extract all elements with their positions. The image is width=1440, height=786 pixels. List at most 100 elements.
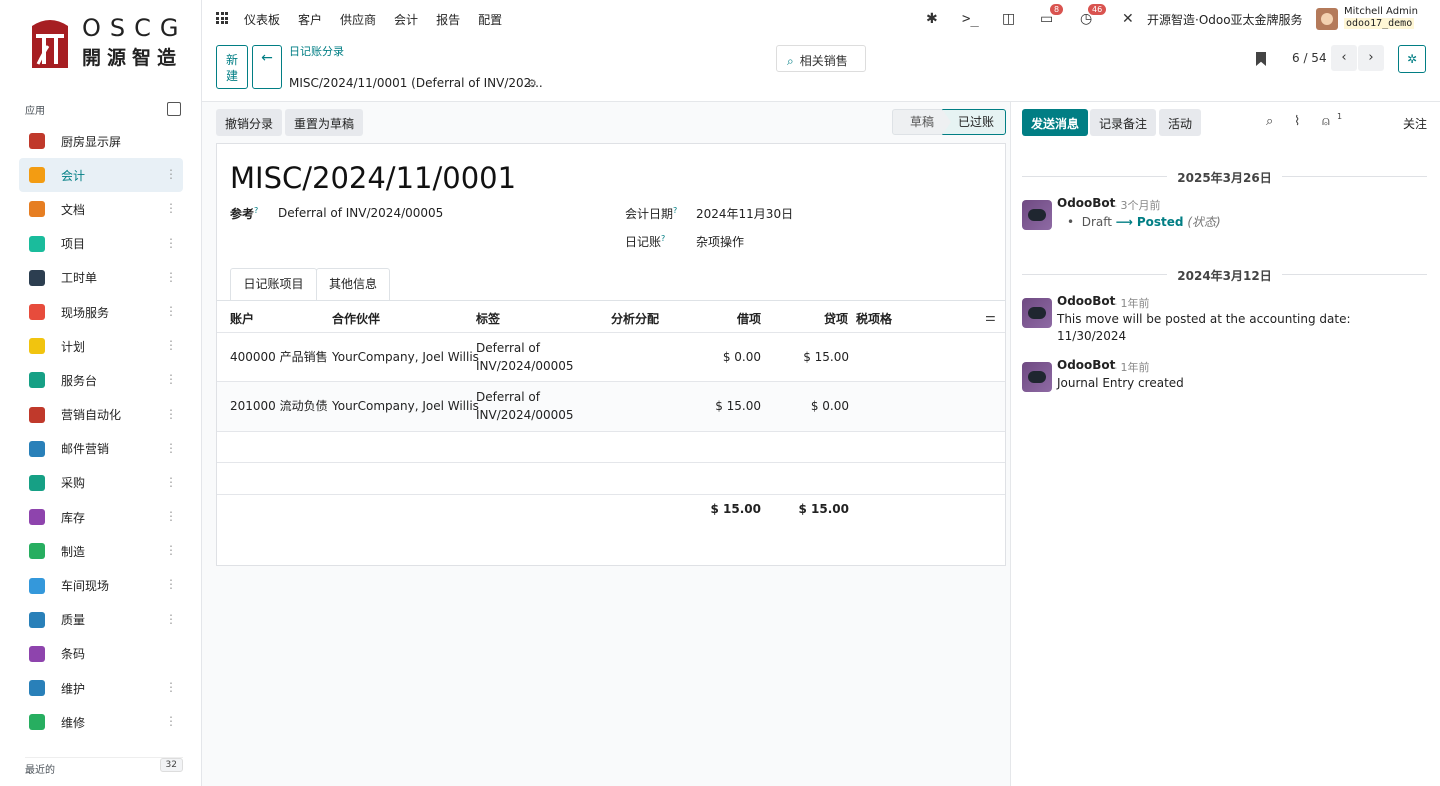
line-partner[interactable]: YourCompany, Joel Willis [332, 349, 479, 366]
kebab-menu-icon[interactable]: ⋮ [165, 715, 177, 727]
message-author[interactable]: OdooBot [1057, 196, 1115, 210]
help-icon[interactable]: ? [254, 206, 258, 215]
col-debit[interactable]: 借项 [737, 310, 761, 327]
tab-other-info[interactable]: 其他信息 [316, 268, 390, 300]
help-icon[interactable]: ? [673, 206, 677, 215]
line-label[interactable]: INV/2024/00005 [476, 358, 574, 375]
kebab-menu-icon[interactable]: ⋮ [165, 613, 177, 625]
recent-section[interactable]: 最近的 32 [25, 757, 183, 776]
line-account[interactable]: 400000 产品销售 [230, 349, 328, 366]
kebab-menu-icon[interactable]: ⋮ [165, 476, 177, 488]
odoobot-avatar[interactable] [1022, 200, 1052, 230]
tools-icon[interactable]: ✕ [1122, 11, 1134, 27]
sidebar-app-item[interactable]: 库存 ⋮ [19, 500, 183, 534]
col-tax-grid[interactable]: 税项格 [856, 310, 892, 327]
sidebar-app-item[interactable]: 维修 ⋮ [19, 705, 183, 739]
col-partner[interactable]: 合作伙伴 [332, 310, 380, 327]
col-credit[interactable]: 贷项 [824, 310, 848, 327]
sidebar-app-item[interactable]: 制造 ⋮ [19, 534, 183, 568]
top-menu-item[interactable]: 供应商 [340, 11, 376, 28]
send-message-button[interactable]: 发送消息 [1022, 109, 1089, 136]
kebab-menu-icon[interactable]: ⋮ [165, 408, 177, 420]
line-account[interactable]: 201000 流动负债 [230, 398, 328, 415]
help-icon[interactable]: ? [661, 234, 665, 243]
sidebar-app-item[interactable]: 会计 ⋮ [19, 158, 183, 193]
follow-button[interactable]: 关注 [1403, 115, 1427, 132]
tab-journal-items[interactable]: 日记账项目 [230, 268, 317, 300]
kebab-menu-icon[interactable]: ⋮ [165, 168, 177, 180]
top-menu-item[interactable]: 配置 [478, 11, 502, 28]
company-switcher[interactable]: 开源智造·Odoo亚太金牌服务 [1147, 11, 1303, 28]
pager-next-button[interactable]: › [1358, 45, 1384, 71]
related-sales-button[interactable]: ⌕ 相关销售 [776, 45, 866, 72]
app-menu-grid-icon[interactable] [216, 12, 228, 24]
sidebar-app-item[interactable]: 条码 [19, 637, 183, 671]
debug-tools-button[interactable]: ✲ [1398, 45, 1426, 73]
sidebar-app-item[interactable]: 服务台 ⋮ [19, 363, 183, 397]
status-posted[interactable]: 已过账 [942, 109, 1006, 135]
kebab-menu-icon[interactable]: ⋮ [165, 237, 177, 249]
message-author[interactable]: OdooBot [1057, 294, 1115, 308]
reverse-entry-button[interactable]: 撤销分录 [216, 109, 283, 136]
status-draft[interactable]: 草稿 [892, 109, 952, 135]
accounting-date-value[interactable]: 2024年11月30日 [696, 205, 793, 222]
top-menu-item[interactable]: 客户 [298, 11, 322, 28]
kebab-menu-icon[interactable]: ⋮ [165, 681, 177, 693]
line-credit[interactable]: $ 0.00 [779, 398, 849, 415]
col-account[interactable]: 账户 [230, 310, 254, 327]
pager-previous-button[interactable]: ‹ [1331, 45, 1357, 71]
top-menu-item[interactable]: 报告 [436, 11, 460, 28]
activity-button[interactable]: 活动 [1159, 109, 1202, 136]
reset-to-draft-button[interactable]: 重置为草稿 [285, 109, 364, 136]
journal-value[interactable]: 杂项操作 [696, 233, 744, 250]
sidebar-app-item[interactable]: 采购 ⋮ [19, 466, 183, 500]
sidebar-app-item[interactable]: 工时单 ⋮ [19, 261, 183, 295]
log-note-button[interactable]: 记录备注 [1090, 109, 1157, 136]
top-menu-item[interactable]: 仪表板 [244, 11, 280, 28]
kebab-menu-icon[interactable]: ⋮ [165, 442, 177, 454]
oscg-logo[interactable]: OSCG 開源智造 [26, 10, 186, 74]
odoobot-avatar[interactable] [1022, 298, 1052, 328]
kebab-menu-icon[interactable]: ⋮ [165, 271, 177, 283]
paperclip-icon[interactable]: ⌇ [1294, 114, 1300, 129]
bookmark-icon[interactable] [1256, 52, 1266, 66]
app-search-icon[interactable] [167, 102, 181, 116]
sidebar-app-item[interactable]: 现场服务 ⋮ [19, 295, 183, 329]
reference-value[interactable]: Deferral of INV/2024/00005 [278, 206, 443, 220]
kebab-menu-icon[interactable]: ⋮ [165, 339, 177, 351]
sidebar-app-item[interactable]: 车间现场 ⋮ [19, 568, 183, 602]
odoobot-avatar[interactable] [1022, 362, 1052, 392]
pager-value[interactable]: 6 / 54 [1292, 51, 1327, 65]
back-button[interactable]: ← [252, 45, 282, 89]
kebab-menu-icon[interactable]: ⋮ [165, 373, 177, 385]
line-label[interactable]: INV/2024/00005 [476, 407, 574, 424]
kebab-menu-icon[interactable]: ⋮ [165, 510, 177, 522]
sidebar-app-item[interactable]: 质量 ⋮ [19, 603, 183, 637]
line-label[interactable]: Deferral of [476, 389, 540, 406]
optional-columns-sliders-icon[interactable]: ⚌ [985, 310, 996, 324]
sidebar-app-item[interactable]: 计划 ⋮ [19, 329, 183, 363]
message-author[interactable]: OdooBot [1057, 358, 1115, 372]
followers-user-icon[interactable]: ⍝ [1322, 114, 1330, 129]
line-debit[interactable]: $ 15.00 [691, 398, 761, 415]
kebab-menu-icon[interactable]: ⋮ [165, 202, 177, 214]
line-debit[interactable]: $ 0.00 [691, 349, 761, 366]
line-partner[interactable]: YourCompany, Joel Willis [332, 398, 479, 415]
split-view-icon[interactable]: ◫ [1002, 11, 1015, 27]
record-actions-gear-icon[interactable]: ⚙ [527, 77, 537, 90]
kebab-menu-icon[interactable]: ⋮ [165, 305, 177, 317]
breadcrumb-journal-entries[interactable]: 日记账分录 [289, 43, 344, 59]
line-credit[interactable]: $ 15.00 [779, 349, 849, 366]
kebab-menu-icon[interactable]: ⋮ [165, 544, 177, 556]
col-analytic[interactable]: 分析分配 [611, 310, 659, 327]
sidebar-app-item[interactable]: 邮件营销 ⋮ [19, 432, 183, 466]
sidebar-app-item[interactable]: 厨房显示屏 [19, 124, 183, 158]
terminal-icon[interactable]: >_ [962, 11, 979, 27]
new-button[interactable]: 新建 [216, 45, 248, 89]
user-name[interactable]: Mitchell Admin [1344, 6, 1418, 17]
search-icon[interactable]: ⌕ [1266, 114, 1273, 129]
sidebar-app-item[interactable]: 项目 ⋮ [19, 227, 183, 261]
line-label[interactable]: Deferral of [476, 340, 540, 357]
kebab-menu-icon[interactable]: ⋮ [165, 578, 177, 590]
user-avatar[interactable] [1316, 8, 1338, 30]
